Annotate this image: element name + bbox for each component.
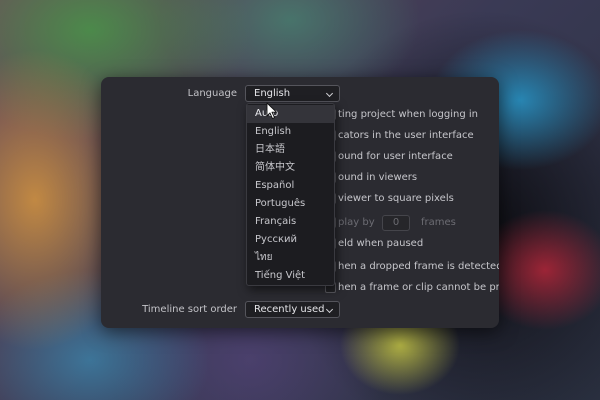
language-dropdown-list: Auto English 日本語 简体中文 Español Português … <box>246 103 335 286</box>
option-label-2: cators in the user interface <box>338 130 474 141</box>
language-option-vietnamese[interactable]: Tiếng Việt <box>247 267 334 285</box>
option-label-9: hen a frame or clip cannot be proce <box>338 282 499 293</box>
option-label-7: eld when paused <box>338 238 424 249</box>
language-label: Language <box>187 88 237 99</box>
option-label-8: hen a dropped frame is detected <box>338 261 499 272</box>
chevron-down-icon <box>325 89 334 98</box>
language-option-japanese[interactable]: 日本語 <box>247 141 334 159</box>
language-option-spanish[interactable]: Español <box>247 177 334 195</box>
chevron-down-icon <box>325 305 334 314</box>
timeline-sort-value: Recently used <box>254 304 325 315</box>
mouse-cursor-icon <box>266 102 277 119</box>
timeline-sort-label: Timeline sort order <box>142 304 237 315</box>
option-label-3: ound for user interface <box>338 151 453 162</box>
delay-unit-label: frames <box>421 217 456 228</box>
option-label-1: ting project when logging in <box>338 109 478 120</box>
delay-frames-input[interactable]: 0 <box>382 215 410 231</box>
language-option-russian[interactable]: Русский <box>247 231 334 249</box>
language-option-thai[interactable]: ไทย <box>247 249 334 267</box>
language-option-french[interactable]: Français <box>247 213 334 231</box>
language-option-english[interactable]: English <box>247 123 334 141</box>
language-select[interactable]: English <box>245 85 340 102</box>
option-label-6: play by <box>338 217 375 228</box>
language-option-auto[interactable]: Auto <box>247 105 334 123</box>
language-select-value: English <box>254 88 291 99</box>
language-option-chinese[interactable]: 简体中文 <box>247 159 334 177</box>
option-label-4: ound in viewers <box>338 172 418 183</box>
timeline-sort-select[interactable]: Recently used <box>245 301 340 318</box>
language-option-portuguese[interactable]: Português <box>247 195 334 213</box>
option-label-5: viewer to square pixels <box>338 193 454 204</box>
